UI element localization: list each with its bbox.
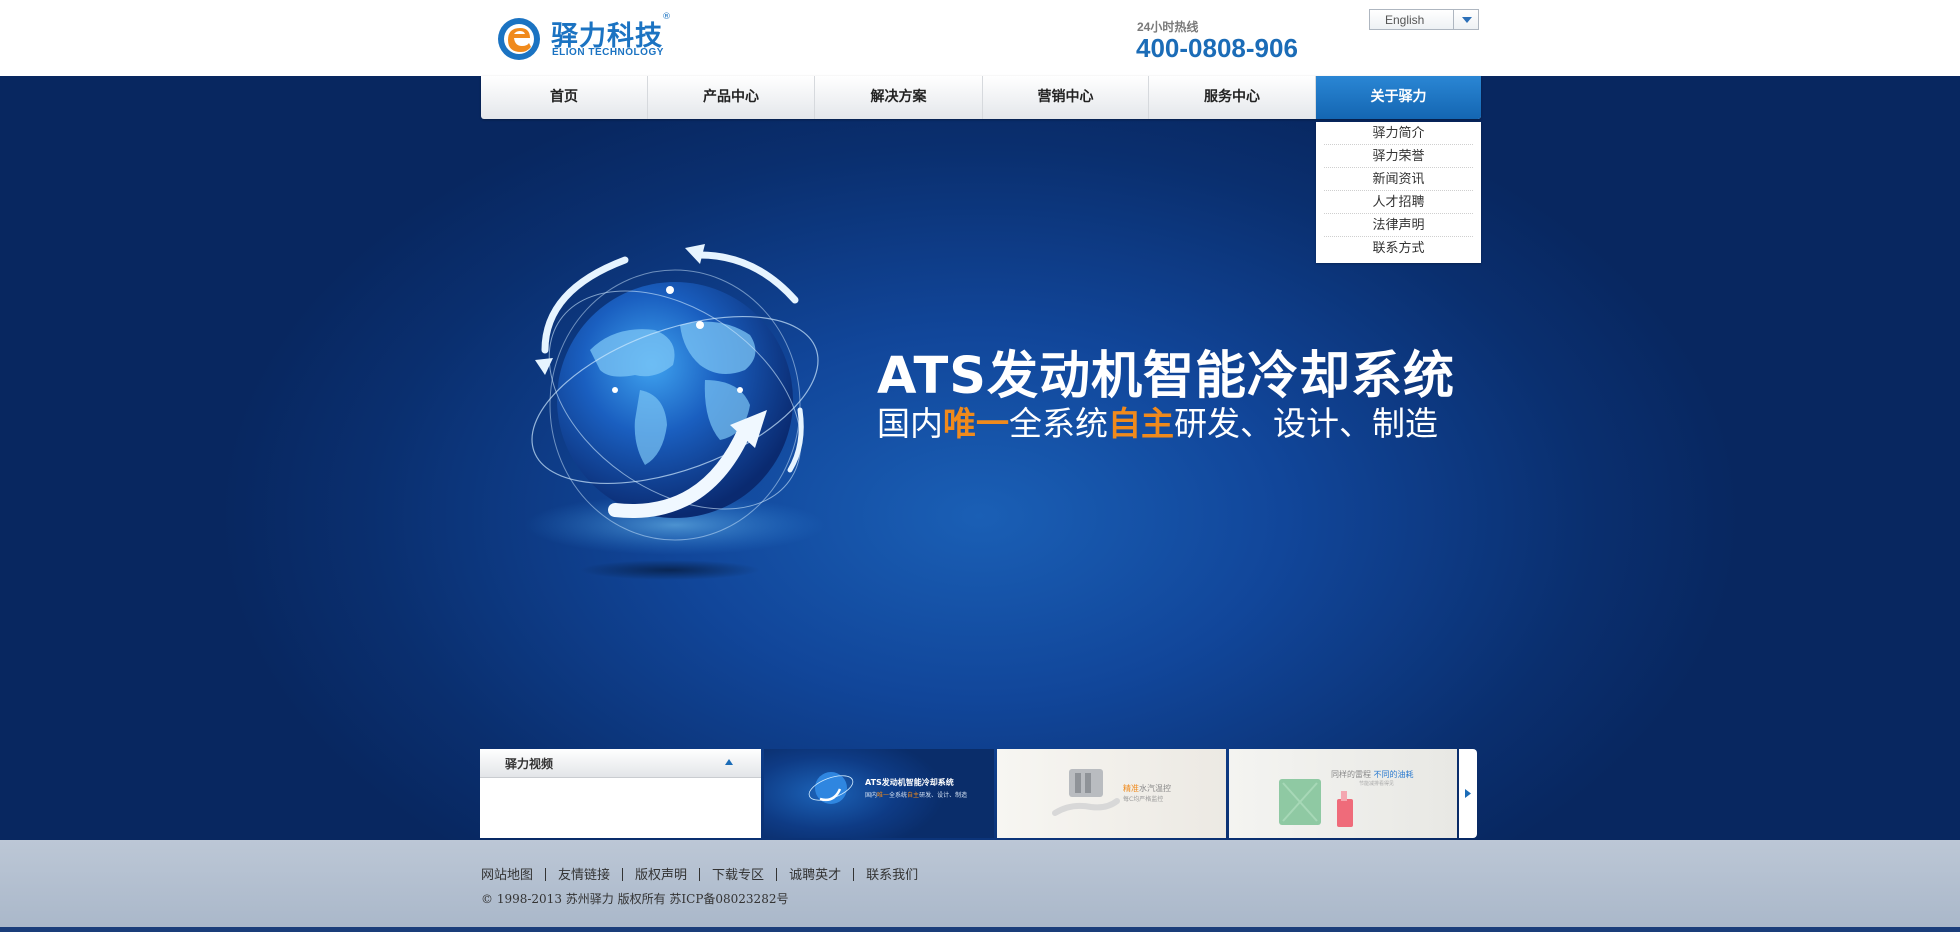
copyright-text: © 1998-2013 苏州驿力 版权所有 苏ICP备08023282号 <box>481 892 789 906</box>
thumbnail-subtitle-part: 国内 <box>865 792 878 799</box>
thumbnail-subline: 每C均严格监控 <box>1123 796 1164 803</box>
thumbnail-line: 同样的雷程 不同的油耗 <box>1331 769 1414 780</box>
thumbnail-ats[interactable]: ATS发动机智能冷却系统 国内唯一全系统自主研发、设计、制造 <box>764 749 994 838</box>
menu-item-honors[interactable]: 驿力荣誉 <box>1324 145 1473 168</box>
thumbnail-line-part: 同样的雷程 <box>1331 770 1374 779</box>
footer-link-downloads[interactable]: 下载专区 <box>712 868 764 883</box>
nav-item-marketing[interactable]: 营销中心 <box>983 76 1149 119</box>
chevron-down-icon[interactable] <box>1460 14 1474 26</box>
mini-globe-icon <box>808 772 854 804</box>
about-dropdown-menu: 驿力简介 驿力荣誉 新闻资讯 人才招聘 法律声明 联系方式 <box>1316 122 1481 263</box>
footer-divider <box>853 868 855 881</box>
footer-links: 网站地图 友情链接 版权声明 下载专区 诚聘英才 联系我们 <box>481 864 918 883</box>
thumbnail-title: ATS发动机智能冷却系统 <box>865 778 954 787</box>
nav-item-solutions[interactable]: 解决方案 <box>815 76 983 119</box>
footer-link-copyright[interactable]: 版权声明 <box>635 868 687 883</box>
nav-item-products[interactable]: 产品中心 <box>648 76 815 119</box>
site-footer: 网站地图 友情链接 版权声明 下载专区 诚聘英才 联系我们 © 1998-2013 苏州驿… <box>0 840 1960 932</box>
hero-subline: 国内唯一全系统自主研发、设计、制造 <box>877 397 1438 445</box>
nav-item-service[interactable]: 服务中心 <box>1149 76 1316 119</box>
thumbnail-subtitle: 国内唯一全系统自主研发、设计、制造 <box>865 790 967 799</box>
logo[interactable]: 驿力科技 ® ELION TECHNOLOGY <box>496 12 686 64</box>
main-nav: 首页 产品中心 解决方案 营销中心 服务中心 关于驿力 <box>481 76 1481 119</box>
language-value: English <box>1385 13 1425 27</box>
footer-link-contact[interactable]: 联系我们 <box>866 868 918 883</box>
subline-highlight: 自主 <box>1108 404 1174 443</box>
chevron-right-icon <box>1465 789 1471 798</box>
thumbnail-subtitle-highlight: 唯一 <box>877 792 890 799</box>
site-header: 驿力科技 ® ELION TECHNOLOGY 24小时热线 400-0808-… <box>0 0 1960 76</box>
globe-illustration <box>525 244 825 580</box>
hero-banner <box>0 76 1960 840</box>
menu-item-news[interactable]: 新闻资讯 <box>1324 168 1473 191</box>
footer-divider <box>622 868 624 881</box>
footer-bottom-bar <box>0 927 1960 932</box>
menu-item-contact[interactable]: 联系方式 <box>1324 237 1473 260</box>
video-panel: 驿力视频 <box>480 749 761 838</box>
subline-part: 研发、设计、制造 <box>1174 404 1438 443</box>
language-divider <box>1453 10 1454 29</box>
thumbnail-subtitle-highlight: 自主 <box>907 792 920 799</box>
video-panel-title: 驿力视频 <box>505 757 554 771</box>
fuel-can-icon <box>1279 779 1353 827</box>
subline-part: 全系统 <box>1009 404 1108 443</box>
logo-e-icon <box>498 18 540 60</box>
nav-item-about[interactable]: 关于驿力 <box>1316 76 1481 119</box>
thumbnail-line-part: 水汽温控 <box>1139 784 1171 793</box>
footer-link-sitemap[interactable]: 网站地图 <box>481 868 533 883</box>
video-panel-header[interactable]: 驿力视频 <box>480 749 761 778</box>
nav-item-home[interactable]: 首页 <box>481 76 648 119</box>
thumbnail-fuel[interactable]: 同样的雷程 不同的油耗 节能减排看得见 <box>1229 749 1457 838</box>
footer-divider <box>699 868 701 881</box>
footer-link-careers[interactable]: 诚聘英才 <box>789 868 841 883</box>
engine-hand-icon <box>1052 769 1120 816</box>
menu-item-careers[interactable]: 人才招聘 <box>1324 191 1473 214</box>
language-select[interactable]: English <box>1369 9 1479 30</box>
carousel-next-button[interactable] <box>1459 749 1477 838</box>
menu-item-legal[interactable]: 法律声明 <box>1324 214 1473 237</box>
registered-mark: ® <box>662 12 671 22</box>
subline-part: 国内 <box>877 404 943 443</box>
thumbnail-subtitle-part: 研发、设计、制造 <box>919 792 968 799</box>
footer-divider <box>776 868 778 881</box>
thumbnail-temperature[interactable]: 精准水汽温控 每C均严格监控 <box>997 749 1226 838</box>
menu-item-intro[interactable]: 驿力简介 <box>1324 122 1473 145</box>
logo-text-en: ELION TECHNOLOGY <box>552 47 664 58</box>
footer-link-friends[interactable]: 友情链接 <box>558 868 610 883</box>
hotline-number: 400-0808-906 <box>1136 33 1298 63</box>
triangle-up-icon[interactable] <box>724 758 734 766</box>
thumbnail-subtitle-part: 全系统 <box>889 792 908 799</box>
footer-divider <box>545 868 547 881</box>
thumbnail-line: 精准水汽温控 <box>1123 783 1171 794</box>
thumbnail-highlight: 不同的油耗 <box>1373 770 1414 779</box>
thumbnail-highlight: 精准 <box>1123 784 1139 793</box>
thumbnail-subline: 节能减排看得见 <box>1359 781 1395 787</box>
subline-highlight: 唯一 <box>943 404 1009 443</box>
